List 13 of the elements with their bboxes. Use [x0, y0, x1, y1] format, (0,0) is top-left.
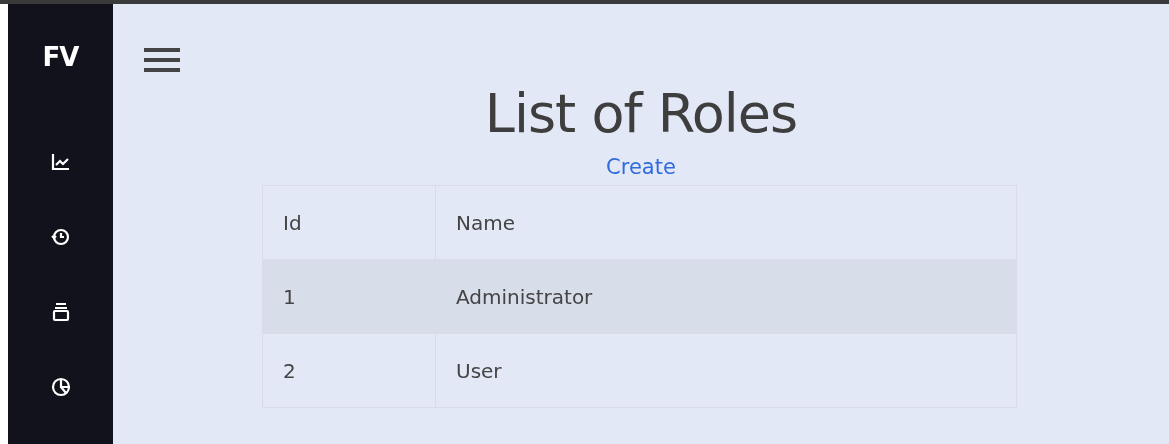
column-header: Name: [435, 185, 1017, 260]
pie-chart-icon[interactable]: [49, 376, 72, 398]
table-cell: Administrator: [435, 259, 1017, 334]
chart-line-icon[interactable]: [49, 151, 72, 173]
table-cell: 1: [262, 259, 436, 334]
table-cell: 2: [262, 333, 436, 408]
logo: FV: [42, 42, 79, 72]
page-title: List of Roles: [484, 82, 798, 145]
history-clock-icon[interactable]: [49, 226, 72, 248]
table-cell: User: [435, 333, 1017, 408]
column-header: Id: [262, 185, 436, 260]
create-link[interactable]: Create: [606, 155, 676, 179]
menu-icon[interactable]: [144, 46, 180, 74]
